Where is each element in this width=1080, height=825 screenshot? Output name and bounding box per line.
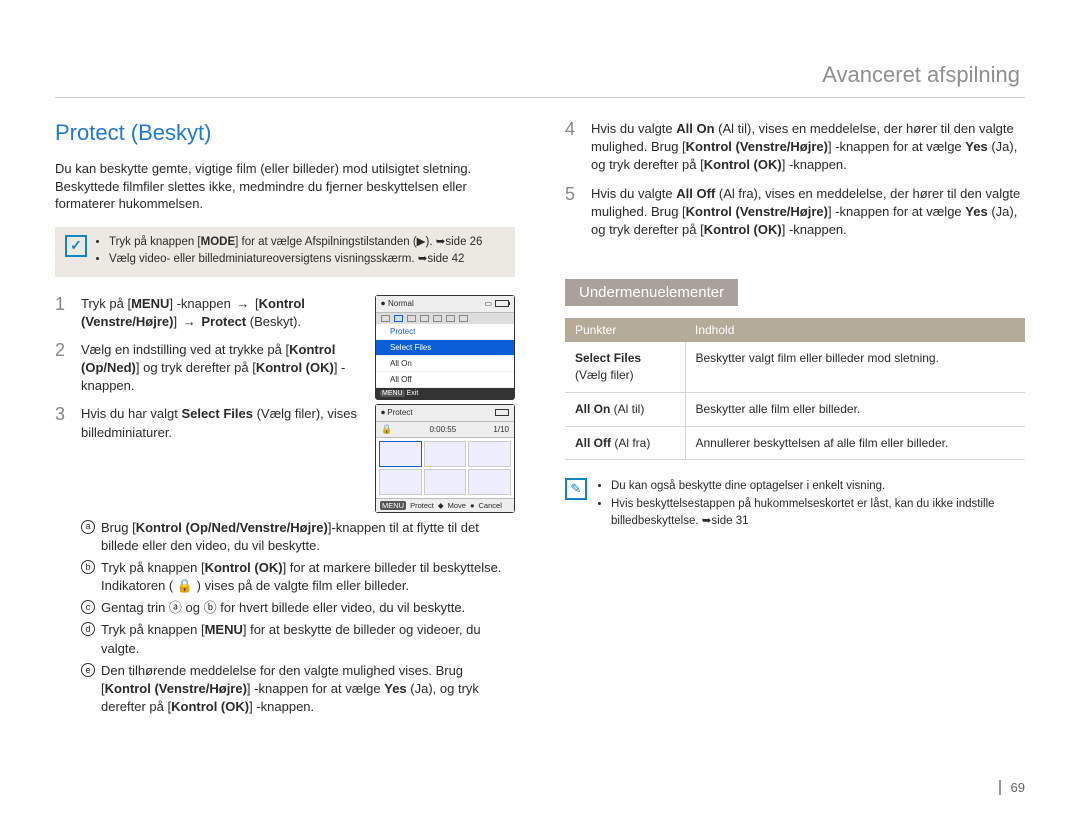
substep-text: Tryk på knappen [MENU] for at beskytte d…: [101, 621, 515, 657]
card-icon: ▭: [484, 299, 492, 308]
substep-a: a Brug [Kontrol (Op/Ned/Venstre/Højre)]-k…: [81, 519, 515, 555]
thumb: [468, 441, 511, 467]
step-text: Tryk på [MENU] -knappen → [Kontrol (Vens…: [81, 295, 365, 331]
step-5: 5 Hvis du valgte All Off (Al fra), vises…: [565, 185, 1025, 240]
table-row: All On (Al til) Beskytter alle film elle…: [565, 392, 1025, 426]
circled-letter: e: [81, 663, 95, 677]
menu-item-protect: Protect: [376, 324, 514, 340]
step-text: Hvis du valgte All On (Al til), vises en…: [591, 120, 1025, 175]
step-3: 3 Hvis du har valgt Select Files (Vælg f…: [55, 405, 365, 441]
menu-item-all-off: All Off: [376, 372, 514, 388]
note-box-2: ✎ Du kan også beskytte dine optagelser i…: [565, 478, 1025, 530]
substep-d: d Tryk på knappen [MENU] for at beskytte …: [81, 621, 515, 657]
step-number: 1: [55, 295, 71, 313]
protect-title: Protect: [387, 408, 412, 417]
submenu-head-punkter: Punkter: [565, 318, 685, 342]
thumb: [424, 469, 467, 495]
foot-cancel: Cancel: [479, 501, 502, 510]
cell-all-off-desc: Annullerer beskyttelsen af alle film ell…: [685, 426, 1025, 460]
step-text: Hvis du har valgt Select Files (Vælg fil…: [81, 405, 365, 441]
foot-move: Move: [448, 501, 466, 510]
circled-letter: c: [81, 600, 95, 614]
substep-b: b Tryk på knappen [Kontrol (OK)] for at m…: [81, 559, 515, 595]
step-number: 3: [55, 405, 71, 423]
substep-text: Den tilhørende meddelelse for den valgte…: [101, 662, 515, 717]
cell-all-on: All On (Al til): [565, 392, 685, 426]
lock-icon: 🔒: [381, 424, 392, 435]
ok-icon: ●: [470, 501, 475, 510]
step-number: 5: [565, 185, 581, 203]
note-item: Vælg video- eller billedminiatureoversig…: [109, 252, 482, 267]
menu-items: Protect Select Files All On All Off: [376, 324, 514, 388]
steps-list-left: 1 Tryk på [MENU] -knappen → [Kontrol (Ve…: [55, 295, 365, 452]
menu-item-select-files: Select Files: [376, 340, 514, 356]
substep-e: e Den tilhørende meddelelse for den valgt…: [81, 662, 515, 717]
divider: [55, 97, 1025, 98]
note-list-1: Tryk på knappen [MODE] for at vælge Afsp…: [95, 235, 482, 269]
note-list-2: Du kan også beskytte dine optagelser i e…: [597, 478, 1025, 530]
step-2: 2 Vælg en indstilling ved at trykke på […: [55, 341, 365, 396]
step-text: Hvis du valgte All Off (Al fra), vises e…: [591, 185, 1025, 240]
table-row: All Off (Al fra) Annullerer beskyttelsen…: [565, 426, 1025, 460]
step-text: Vælg en indstilling ved at trykke på [Ko…: [81, 341, 365, 396]
battery-icon: [495, 409, 509, 416]
lock-tab-icon: [394, 315, 403, 322]
thumb-selected: [379, 441, 422, 467]
thumb: [379, 469, 422, 495]
chapter-title: Avanceret afspilning: [822, 62, 1020, 88]
substep-c: c Gentag trin ⓐ og ⓑ for hvert billede el…: [81, 599, 515, 617]
menu-badge: MENU: [380, 501, 406, 510]
submenu-table: Punkter Indhold Select Files(Vælg filer)…: [565, 318, 1025, 460]
circled-letter: a: [81, 520, 95, 534]
note-item: Hvis beskyttelsestappen på hukommelsesko…: [611, 496, 1025, 528]
substep-text: Tryk på knappen [Kontrol (OK)] for at ma…: [101, 559, 515, 595]
submenu-heading: Undermenuelementer: [565, 279, 738, 306]
thumb: [424, 441, 467, 467]
step-number: 2: [55, 341, 71, 359]
left-column: Protect (Beskyt) Du kan beskytte gemte, …: [55, 120, 515, 729]
table-row: Select Files(Vælg filer) Beskytter valgt…: [565, 342, 1025, 392]
submenu-head-indhold: Indhold: [685, 318, 1025, 342]
battery-icon: [495, 300, 509, 307]
right-column: 4 Hvis du valgte All On (Al til), vises …: [565, 120, 1025, 729]
menu-tabs: [376, 313, 514, 324]
substep-text: Brug [Kontrol (Op/Ned/Venstre/Højre)]-kn…: [101, 519, 515, 555]
menu-badge: MENU: [380, 390, 405, 397]
circled-letter: d: [81, 622, 95, 636]
cell-all-off: All Off (Al fra): [565, 426, 685, 460]
substep-text: Gentag trin ⓐ og ⓑ for hvert billede ell…: [101, 599, 465, 617]
note-icon: ✓: [65, 235, 87, 257]
step-4: 4 Hvis du valgte All On (Al til), vises …: [565, 120, 1025, 175]
note-item: Du kan også beskytte dine optagelser i e…: [611, 478, 1025, 494]
substeps-list: a Brug [Kontrol (Op/Ned/Venstre/Højre)]-k…: [81, 519, 515, 717]
intro-paragraph: Du kan beskytte gemte, vigtige film (ell…: [55, 160, 515, 213]
camera-thumbs-figure: ⏺ Protect 🔒 0:00:55 1/10: [375, 404, 515, 513]
figures-stack: ⏺ Normal ▭ Protect Select Files All On A…: [375, 295, 515, 513]
step-number: 4: [565, 120, 581, 138]
timecode: 0:00:55: [429, 425, 456, 434]
cell-select-files: Select Files(Vælg filer): [565, 342, 685, 392]
section-title: Protect (Beskyt): [55, 120, 515, 146]
foot-protect: Protect: [410, 501, 434, 510]
note-box-1: ✓ Tryk på knappen [MODE] for at vælge Af…: [55, 227, 515, 277]
step-1: 1 Tryk på [MENU] -knappen → [Kontrol (Ve…: [55, 295, 365, 331]
camera-menu-figure: ⏺ Normal ▭ Protect Select Files All On A…: [375, 295, 515, 400]
note-icon: ✎: [565, 478, 587, 500]
thumb-counter: 1/10: [493, 425, 509, 434]
cell-all-on-desc: Beskytter alle film eller billeder.: [685, 392, 1025, 426]
exit-label: Exit: [407, 390, 419, 397]
page-number: 69: [999, 780, 1025, 795]
cell-select-files-desc: Beskytter valgt film eller billeder mod …: [685, 342, 1025, 392]
note-item: Tryk på knappen [MODE] for at vælge Afsp…: [109, 235, 482, 250]
thumb-grid: [376, 438, 514, 498]
thumb: [468, 469, 511, 495]
steps-list-right: 4 Hvis du valgte All On (Al til), vises …: [565, 120, 1025, 239]
pad-icon: ◆: [438, 501, 444, 510]
circled-letter: b: [81, 560, 95, 574]
stby-label: Normal: [388, 299, 414, 308]
stby-icon: ⏺: [381, 299, 385, 309]
menu-item-all-on: All On: [376, 356, 514, 372]
stby-icon: ⏺: [381, 408, 385, 417]
